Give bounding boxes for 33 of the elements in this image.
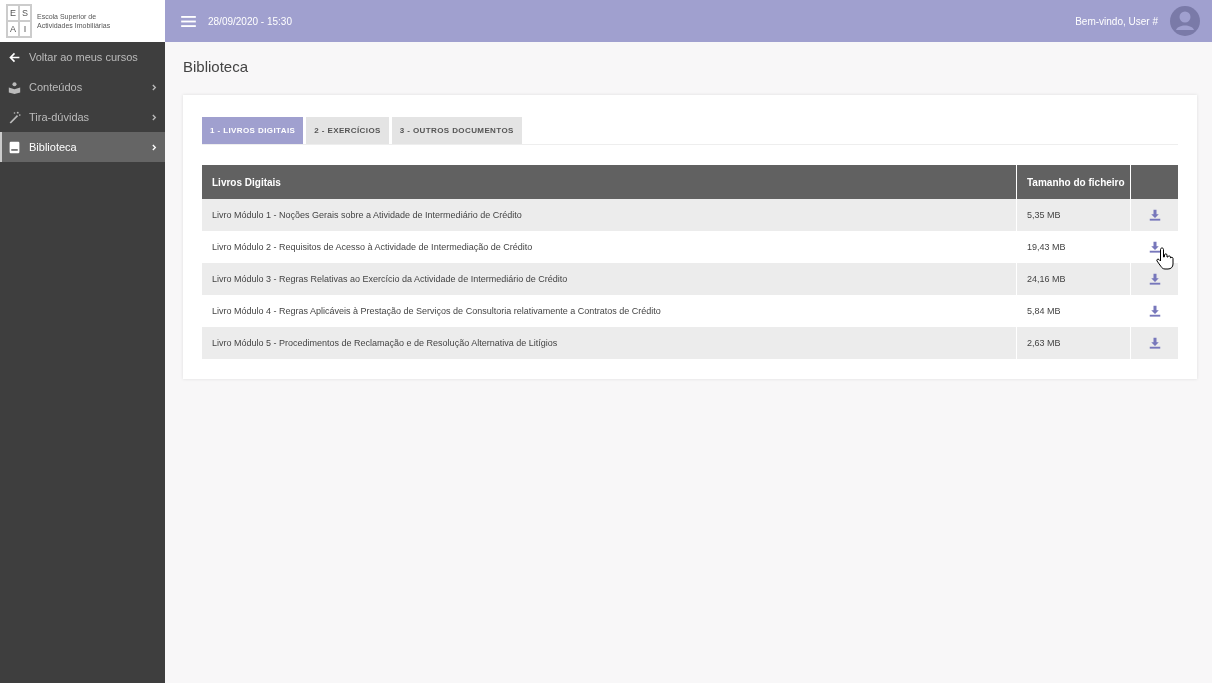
chevron-icon <box>152 113 157 121</box>
table-cell: 2,63 MB <box>1016 327 1130 359</box>
table-cell-text: Livro Módulo 1 - Noções Gerais sobre a Atividade de Intermediário de Crédito <box>211 210 523 220</box>
page-title: Biblioteca <box>183 58 250 75</box>
table-cell: 24,16 MB <box>1016 263 1130 295</box>
chevron-icon <box>152 83 157 91</box>
logo-letter: A <box>7 21 19 37</box>
sidebar-item[interactable]: Biblioteca <box>0 132 165 162</box>
arrow-left-icon <box>8 50 21 64</box>
tab[interactable]: 2 - EXERCÍCIOS <box>306 117 389 144</box>
logo-letter: I <box>19 21 31 37</box>
hand-cursor-icon <box>1155 246 1175 270</box>
logo-letter: S <box>19 5 31 21</box>
chevron-icon <box>152 143 157 151</box>
download-icon[interactable] <box>1148 305 1161 317</box>
magic-wand-icon <box>8 110 21 124</box>
date-time: 28/09/2020 - 15:30 <box>208 15 292 27</box>
menu-icon[interactable] <box>181 15 196 27</box>
sidebar-item[interactable]: Voltar ao meus cursos <box>0 42 165 72</box>
table-cell-text: Livro Módulo 2 - Requisitos de Acesso à Actividade de Intermediação de Crédito <box>211 242 534 252</box>
table-cell-text: Livro Módulo 4 - Regras Aplicáveis à Prestação de Serviços de Consultoria relativamente a Contratos de Crédito <box>211 306 662 316</box>
tab[interactable]: 3 - OUTROS DOCUMENTOS <box>391 117 522 144</box>
column-header: Livros Digitais <box>211 176 282 188</box>
sidebar-item[interactable]: Tira-dúvidas <box>0 102 165 132</box>
book-icon <box>8 140 21 154</box>
welcome-text: Bem-vindo, User # <box>1075 15 1158 27</box>
table-cell: 5,35 MB <box>1016 199 1130 231</box>
table-cell-text: Livro Módulo 3 - Regras Relativas ao Exercício da Actividade de Intermediário de Crédito <box>211 274 569 284</box>
download-icon[interactable] <box>1148 241 1161 253</box>
logo-letter: E <box>7 5 19 21</box>
reader-icon <box>8 80 21 94</box>
table-cell-text: Livro Módulo 5 - Procedimentos de Reclamação e de Resolução Alternativa de Litígios <box>211 338 559 348</box>
sidebar-item[interactable]: Conteúdos <box>0 72 165 102</box>
